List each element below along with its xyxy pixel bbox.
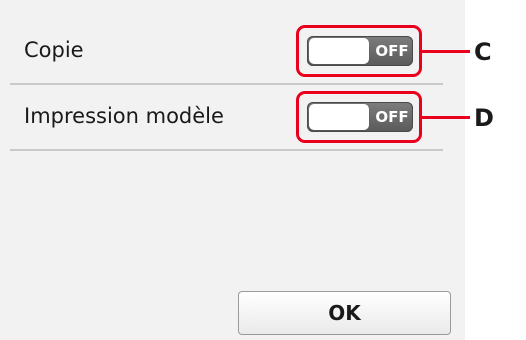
template-print-toggle-state: OFF: [375, 108, 409, 126]
toggle-knob: [309, 104, 369, 130]
callout-c-leader: [422, 50, 470, 53]
ok-button[interactable]: OK: [238, 291, 451, 335]
callout-c-frame: OFF: [296, 25, 422, 77]
callout-c-marker: C: [474, 38, 492, 66]
divider: [10, 149, 443, 151]
template-print-toggle[interactable]: OFF: [307, 102, 413, 132]
copy-toggle[interactable]: OFF: [307, 36, 413, 66]
callout-d-marker: D: [474, 104, 494, 132]
toggle-knob: [309, 38, 369, 64]
copy-toggle-state: OFF: [375, 42, 409, 60]
callout-d-leader: [422, 116, 470, 119]
divider: [10, 83, 443, 85]
template-print-label: Impression modèle: [24, 104, 224, 128]
copy-label: Copie: [24, 38, 84, 62]
callout-d-frame: OFF: [296, 91, 422, 143]
